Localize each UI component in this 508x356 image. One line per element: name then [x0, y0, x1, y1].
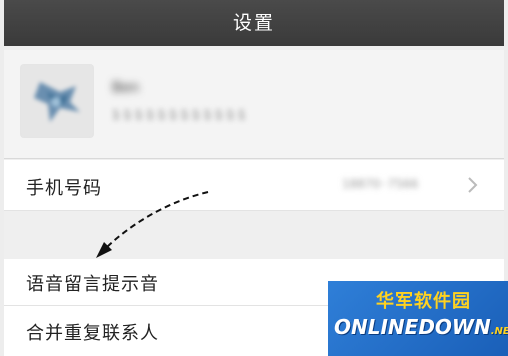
profile-name: Ben: [112, 80, 140, 96]
profile-subtitle: 1·1·1·1·1·1·1·1·1·1·1·1: [112, 108, 246, 122]
watermark-cn-text: 华军软件园: [376, 291, 471, 312]
page-title: 设置: [4, 0, 504, 46]
chevron-right-icon: [468, 177, 478, 193]
watermark-en-text: ONLINEDOWN.NET: [334, 315, 508, 339]
voice-message-tone-label: 语音留言提示音: [26, 274, 159, 295]
phone-number-row[interactable]: 手机号码 18870··7566: [4, 160, 504, 211]
merge-duplicate-contacts-label: 合并重复联系人: [26, 323, 159, 344]
watermark-logo: 华军软件园 ONLINEDOWN.NET: [328, 281, 508, 356]
profile-card[interactable]: Ben 1·1·1·1·1·1·1·1·1·1·1·1: [4, 50, 504, 159]
phone-number-label: 手机号码: [26, 178, 102, 199]
section-divider: [4, 211, 504, 259]
phone-number-value: 18870··7566: [342, 177, 419, 191]
watermark-net-suffix: .NET: [490, 326, 508, 337]
watermark-en-main: ONLINEDOWN: [334, 315, 491, 339]
avatar[interactable]: [20, 64, 94, 138]
